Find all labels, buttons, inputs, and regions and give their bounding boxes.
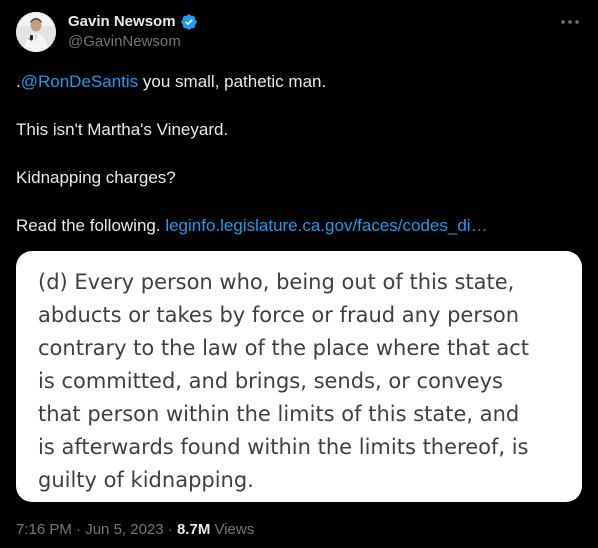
tweet-time[interactable]: 7:16 PM <box>16 521 72 538</box>
more-options-icon[interactable] <box>558 12 582 32</box>
image-text-line: (d) Every person who, being out of this … <box>38 270 515 294</box>
external-link[interactable]: leginfo.legislature.ca.gov/faces/codes_d… <box>165 216 487 235</box>
author-avatar[interactable] <box>16 12 56 52</box>
tweet-line-4: Read the following. leginfo.legislature.… <box>16 214 582 238</box>
tweet-line-1-text: you small, pathetic man. <box>138 72 327 91</box>
tweet-line-1: .@RonDeSantis you small, pathetic man. <box>16 70 582 94</box>
tweet-date[interactable]: Jun 5, 2023 <box>85 521 163 538</box>
image-text-line: that person within the limits of this st… <box>38 402 520 426</box>
meta-separator: · <box>71 521 86 538</box>
meta-separator: · <box>163 521 177 538</box>
image-text-line: abducts or takes by force or fraud any p… <box>38 303 520 327</box>
image-text: (d) Every person who, being out of this … <box>38 266 568 497</box>
attached-image[interactable]: (d) Every person who, being out of this … <box>16 251 582 502</box>
tweet-line-4-text: Read the following. <box>16 216 166 235</box>
tweet-line-2: This isn't Martha's Vineyard. <box>16 120 229 139</box>
verified-badge-icon[interactable] <box>180 13 198 31</box>
avatar-photo-icon <box>16 12 56 52</box>
image-text-line: is afterwards found within the limits th… <box>38 435 529 459</box>
tweet: Gavin Newsom @GavinNewsom .@RonDeSantis … <box>0 0 598 548</box>
image-text-line: is committed, and brings, sends, or conv… <box>38 369 503 393</box>
tweet-line-3: Kidnapping charges? <box>16 168 176 187</box>
views-count: 8.7M <box>176 521 211 538</box>
tweet-text: .@RonDeSantis you small, pathetic man. T… <box>16 70 582 262</box>
image-text-line: contrary to the law of the place where t… <box>38 336 529 360</box>
views-label: Views <box>210 521 255 538</box>
image-text-line: guilty of kidnapping. <box>38 468 254 492</box>
author-display-name[interactable]: Gavin Newsom <box>68 12 176 32</box>
tweet-meta: 7:16 PM · Jun 5, 2023 · 8.7M Views <box>16 520 254 540</box>
author-info: Gavin Newsom @GavinNewsom <box>68 12 198 52</box>
mention-link[interactable]: @RonDeSantis <box>21 72 138 91</box>
display-name-row: Gavin Newsom <box>68 12 198 32</box>
author-handle[interactable]: @GavinNewsom <box>68 32 198 52</box>
